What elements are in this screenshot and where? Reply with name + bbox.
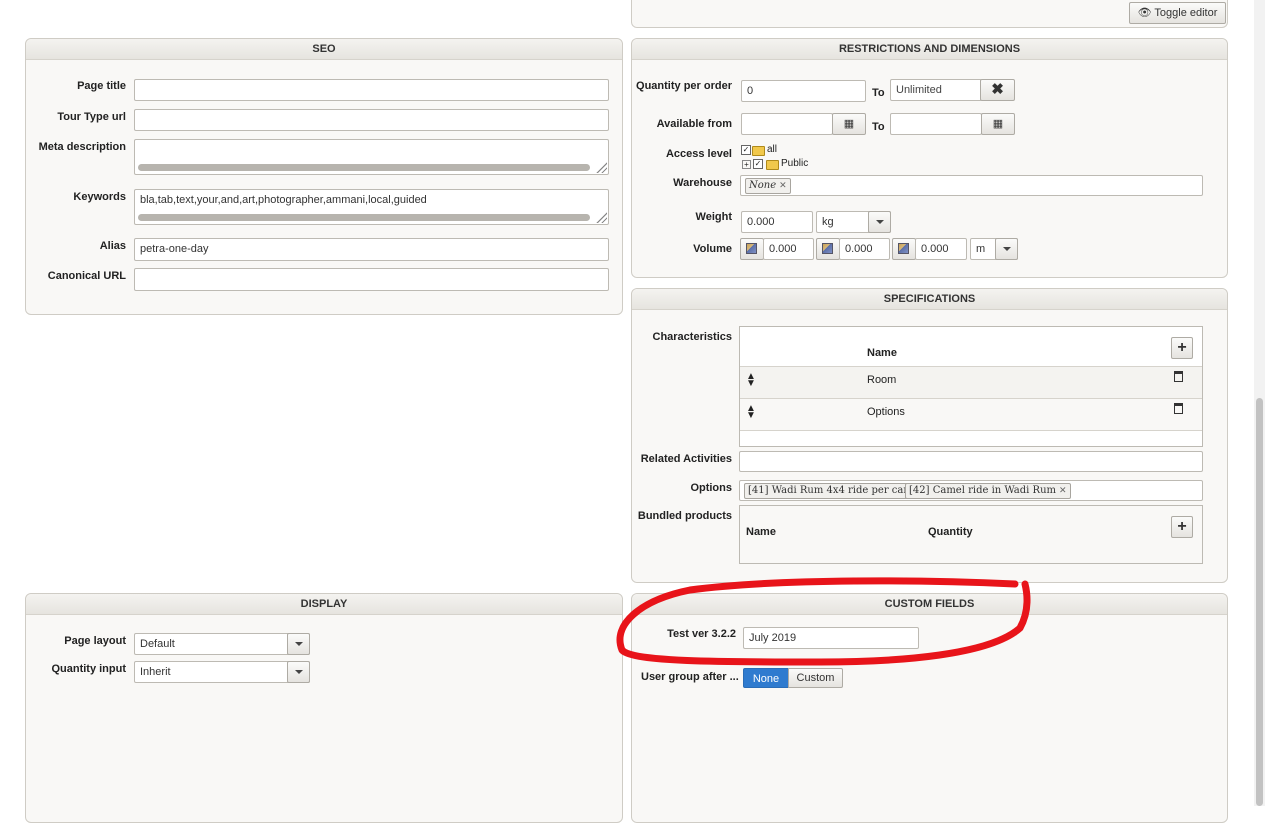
red-annotation-circle: [616, 577, 1031, 666]
page-scrollbar-thumb[interactable]: [1256, 398, 1263, 806]
annotation-stroke: [616, 577, 1031, 666]
